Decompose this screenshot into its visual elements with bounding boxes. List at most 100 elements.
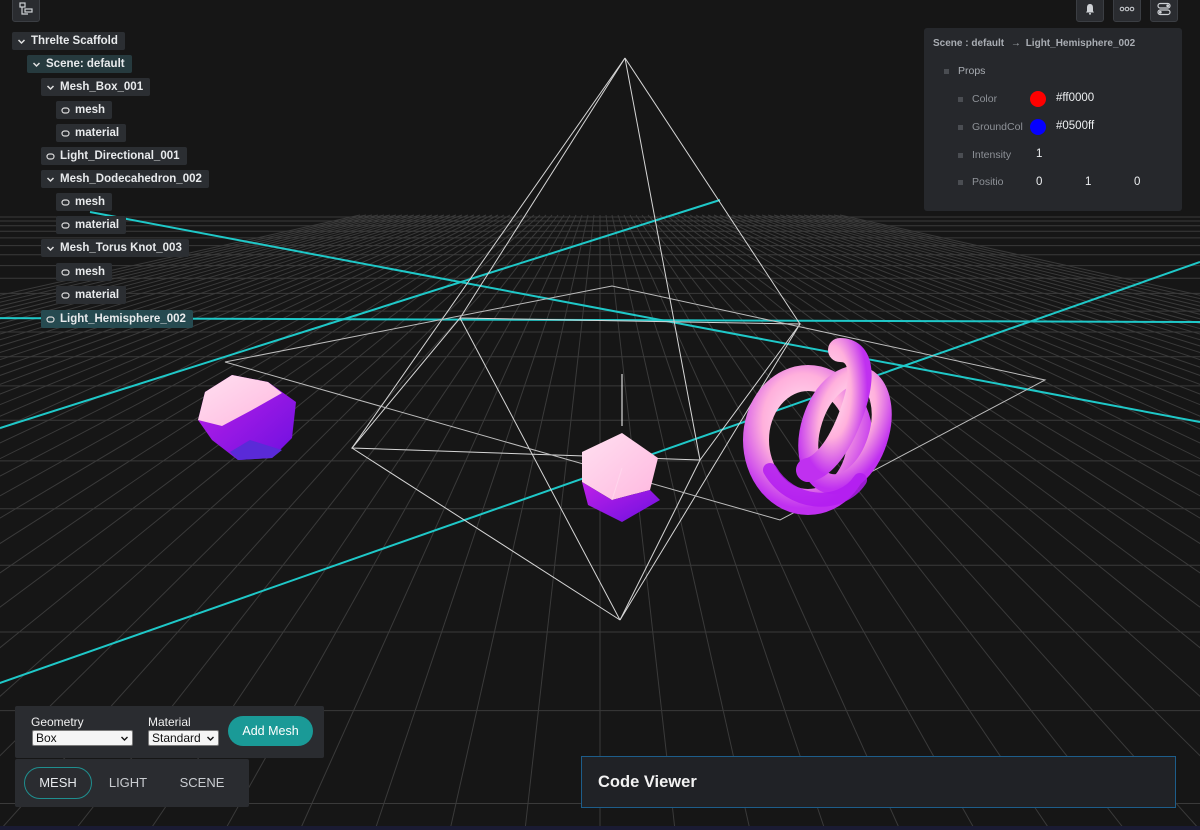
grid-line: [671, 214, 1200, 608]
tree-node-light-directional[interactable]: Light_Directional_001: [41, 147, 187, 165]
section-bullet-icon: [944, 69, 949, 74]
grid-line: [767, 214, 1200, 354]
tree-node-label: Light_Directional_001: [60, 150, 180, 162]
grid-line: [833, 214, 1200, 300]
leaf-node-icon: [61, 268, 70, 276]
tree-node-torus-material[interactable]: material: [56, 286, 127, 304]
prop-position-label: Positio: [972, 176, 1004, 188]
grid-line: [755, 214, 1200, 368]
prop-position-y[interactable]: 1: [1085, 176, 1091, 188]
tree-node-torus-mesh[interactable]: mesh: [56, 263, 113, 281]
notifications-button[interactable]: [1076, 0, 1104, 22]
material-label: Material: [148, 715, 191, 729]
tab-scene[interactable]: SCENE: [166, 767, 238, 799]
tree-node-label: Scene: default: [46, 58, 125, 70]
tree-node-label: material: [75, 289, 120, 301]
prop-position-z[interactable]: 0: [1134, 176, 1140, 188]
grid-line: [659, 214, 1200, 697]
leaf-node-icon: [46, 152, 55, 160]
tree-node-label: Threlte Scaffold: [31, 35, 118, 47]
geometry-select-value: Box: [36, 731, 57, 745]
mode-tabs: MESH LIGHT SCENE: [15, 759, 249, 807]
tree-node-dodeca-mesh[interactable]: mesh: [56, 193, 113, 211]
more-options-button[interactable]: [1113, 0, 1141, 22]
tree-node-label: mesh: [75, 104, 106, 116]
tree-node-label: Mesh_Dodecahedron_002: [60, 173, 202, 185]
tab-light[interactable]: LIGHT: [93, 767, 163, 799]
grid-line: [701, 214, 1200, 477]
grid-line: [449, 214, 589, 830]
prop-bullet-icon: [958, 180, 963, 185]
tree-node-box-material[interactable]: material: [56, 124, 127, 142]
grid-line: [524, 214, 595, 830]
breadcrumb-object[interactable]: Light_Hemisphere_002: [1026, 38, 1136, 49]
dodecahedron-object[interactable]: [198, 375, 296, 460]
tree-node-label: material: [75, 219, 120, 231]
prop-groundcolor-label: GroundCol: [972, 121, 1023, 133]
geometry-label: Geometry: [31, 715, 84, 729]
tree-node-scene[interactable]: Scene: default: [27, 55, 132, 73]
chevron-down-icon: [17, 38, 26, 44]
leaf-node-icon: [61, 198, 70, 206]
hierarchy-toggle-button[interactable]: [12, 0, 40, 22]
tree-node-label: Mesh_Torus Knot_003: [60, 242, 182, 254]
leaf-node-icon: [46, 315, 55, 323]
hierarchy-icon: [19, 2, 33, 15]
chevron-down-icon: [121, 736, 128, 741]
tree-node-dodeca-material[interactable]: material: [56, 216, 127, 234]
tab-mesh[interactable]: MESH: [24, 767, 92, 799]
tree-node-label: mesh: [75, 196, 106, 208]
prop-bullet-icon: [958, 125, 963, 130]
leaf-node-icon: [61, 106, 70, 114]
tree-node-label: Mesh_Box_001: [60, 81, 144, 93]
bell-icon: [1086, 4, 1094, 15]
grid-line: [665, 214, 1200, 649]
prop-intensity-value[interactable]: 1: [1036, 148, 1042, 160]
chevron-down-icon: [46, 176, 55, 182]
properties-panel: Scene : default → Light_Hemisphere_002 P…: [924, 28, 1182, 211]
material-select[interactable]: Standard: [148, 730, 219, 746]
props-section-title[interactable]: Props: [958, 65, 985, 77]
prop-color-value[interactable]: #ff0000: [1056, 92, 1094, 104]
code-viewer-title: Code Viewer: [598, 773, 697, 791]
color-swatch[interactable]: [1030, 91, 1046, 107]
panel-toggle-button[interactable]: [1150, 0, 1178, 22]
grid-line: [374, 214, 583, 830]
prop-position-x[interactable]: 0: [1036, 176, 1042, 188]
tree-node-mesh-dodecahedron[interactable]: Mesh_Dodecahedron_002: [41, 170, 209, 188]
leaf-node-icon: [61, 291, 70, 299]
chevron-down-icon: [207, 736, 214, 741]
prop-bullet-icon: [958, 97, 963, 102]
grid-line: [299, 214, 577, 830]
chevron-down-icon: [32, 61, 41, 67]
tree-node-root[interactable]: Threlte Scaffold: [12, 32, 125, 50]
grid-line: [725, 214, 1200, 417]
prop-color-label: Color: [972, 93, 998, 105]
geometry-select[interactable]: Box: [32, 730, 133, 746]
groundcolor-swatch[interactable]: [1030, 119, 1046, 135]
leaf-node-icon: [61, 221, 70, 229]
prop-bullet-icon: [958, 153, 963, 158]
grid-line: [647, 214, 1200, 830]
breadcrumb-scene[interactable]: Scene : default: [933, 38, 1004, 49]
chevron-down-icon: [46, 84, 55, 90]
tree-node-label: mesh: [75, 266, 106, 278]
torus-knot-object[interactable]: [743, 338, 895, 515]
add-mesh-controls: Geometry Box Material Standard Add Mesh: [15, 706, 324, 758]
add-mesh-button[interactable]: Add Mesh: [228, 716, 313, 746]
tree-node-box-mesh[interactable]: mesh: [56, 101, 113, 119]
grid-line: [617, 214, 826, 830]
more-dots-icon: [1119, 6, 1135, 12]
toggles-icon: [1157, 2, 1171, 16]
grid-line: [611, 214, 751, 830]
leaf-node-icon: [61, 129, 70, 137]
chevron-down-icon: [46, 245, 55, 251]
tree-node-mesh-torus-knot[interactable]: Mesh_Torus Knot_003: [41, 239, 189, 257]
tree-node-label: material: [75, 127, 120, 139]
window-bottom-edge: [0, 826, 1200, 830]
tree-node-mesh-box[interactable]: Mesh_Box_001: [41, 78, 151, 96]
code-viewer-panel[interactable]: Code Viewer: [581, 756, 1176, 808]
prop-groundcolor-value[interactable]: #0500ff: [1056, 120, 1094, 132]
tree-node-light-hemisphere[interactable]: Light_Hemisphere_002: [41, 310, 193, 328]
grid-line: [629, 214, 976, 830]
